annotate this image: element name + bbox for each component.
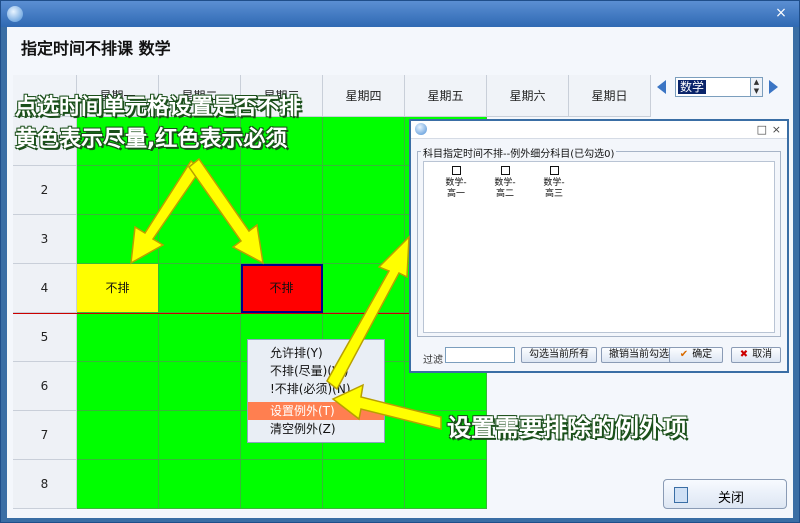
time-cell[interactable] [323, 460, 405, 509]
row-header[interactable]: 6 [13, 362, 77, 411]
row-header[interactable]: 2 [13, 166, 77, 215]
time-cell[interactable] [159, 264, 241, 313]
prev-subject-button[interactable] [657, 79, 671, 95]
context-menu: 允许排(Y) 不排(尽量)(W) !不排(必须)(N) 设置例外(T) 清空例外… [247, 339, 385, 443]
menu-item-prefer-not[interactable]: 不排(尽量)(W) [248, 362, 384, 380]
subject-select-value: 数学 [678, 80, 707, 94]
annotation-line-1: 点选时间单元格设置是否不排 [15, 95, 302, 120]
time-cell[interactable]: 不排 [77, 264, 159, 313]
time-cell[interactable] [405, 460, 487, 509]
subject-item[interactable]: 数学- 高二 [487, 166, 523, 200]
checkmark-icon: ✔ [679, 349, 689, 360]
row-header[interactable]: 3 [13, 215, 77, 264]
ok-button[interactable]: ✔ 确定 [669, 347, 723, 363]
selected-row-line [13, 313, 417, 314]
row-header[interactable]: 4 [13, 264, 77, 313]
column-header[interactable]: 星期日 [569, 75, 651, 117]
checkbox-icon[interactable] [549, 166, 559, 175]
ok-label: 确定 [692, 349, 713, 360]
time-cell[interactable] [77, 460, 159, 509]
arrow-right-icon [769, 80, 778, 94]
column-header[interactable]: 星期五 [405, 75, 487, 117]
time-cell[interactable] [241, 460, 323, 509]
time-cell[interactable] [241, 166, 323, 215]
window-close-button[interactable]: × [771, 4, 791, 22]
time-cell[interactable] [159, 411, 241, 460]
checkbox-icon[interactable] [451, 166, 461, 175]
page-title: 指定时间不排课 数学 [21, 39, 171, 58]
subject-list: 数学- 高一 数学- 高二 数学- 高三 [423, 161, 775, 333]
close-button[interactable]: 关闭 [663, 479, 787, 509]
time-cell[interactable] [241, 215, 323, 264]
menu-item-allow[interactable]: 允许排(Y) [248, 344, 384, 362]
unselect-all-button[interactable]: 撤销当前勾选 [601, 347, 677, 363]
annotation-line-2: 黄色表示尽量,红色表示必须 [15, 127, 288, 152]
subject-grade: 高二 [495, 189, 514, 199]
main-window: × 指定时间不排课 数学 星期一 星期二 星期三 星期四 星期五 星期六 星期日 1 2 3 4 不排… [0, 0, 800, 523]
app-icon [7, 6, 23, 22]
exception-dialog: □ × 科目指定时间不排--例外细分科目(已勾选0) 数学- 高一 数学- 高二… [409, 119, 789, 373]
title-bar: × [1, 1, 799, 27]
time-cell[interactable] [323, 117, 405, 166]
cross-icon: ✖ [739, 349, 749, 360]
menu-item-must-not[interactable]: !不排(必须)(N) [248, 380, 384, 398]
time-cell[interactable] [323, 166, 405, 215]
time-cell[interactable] [77, 362, 159, 411]
time-cell[interactable] [77, 411, 159, 460]
time-cell[interactable]: 不排 [241, 264, 323, 313]
arrow-left-icon [657, 80, 666, 94]
select-all-button[interactable]: 勾选当前所有 [521, 347, 597, 363]
time-cell[interactable] [159, 362, 241, 411]
subject-item[interactable]: 数学- 高三 [536, 166, 572, 200]
close-button-label: 关闭 [718, 491, 745, 506]
subject-name: 数学- [543, 178, 565, 188]
subject-name: 数学- [445, 178, 467, 188]
time-cell[interactable] [77, 215, 159, 264]
subject-grade: 高三 [544, 189, 563, 199]
menu-item-clear-exception[interactable]: 清空例外(Z) [248, 420, 384, 438]
row-header[interactable]: 7 [13, 411, 77, 460]
time-cell[interactable] [323, 264, 405, 313]
dialog-minimize-button[interactable]: □ [757, 121, 767, 139]
time-cell[interactable] [159, 313, 241, 362]
group-title: 科目指定时间不排--例外细分科目(已勾选0) [421, 145, 617, 160]
spin-arrows-icon[interactable]: ▲ ▼ [750, 78, 762, 96]
time-cell[interactable] [159, 215, 241, 264]
exit-door-icon [674, 487, 688, 503]
time-cell[interactable] [77, 166, 159, 215]
column-header[interactable]: 星期四 [323, 75, 405, 117]
time-cell[interactable] [77, 313, 159, 362]
subject-grade: 高一 [446, 189, 465, 199]
subject-item[interactable]: 数学- 高一 [438, 166, 474, 200]
cancel-button[interactable]: ✖ 取消 [731, 347, 781, 363]
filter-input[interactable] [445, 347, 515, 363]
row-header[interactable]: 8 [13, 460, 77, 509]
row-header[interactable]: 5 [13, 313, 77, 362]
cancel-label: 取消 [752, 349, 773, 360]
next-subject-button[interactable] [769, 79, 783, 95]
time-cell[interactable] [159, 166, 241, 215]
column-header[interactable]: 星期六 [487, 75, 569, 117]
checkbox-icon[interactable] [500, 166, 510, 175]
time-cell[interactable] [159, 460, 241, 509]
menu-item-set-exception[interactable]: 设置例外(T) [248, 402, 384, 420]
time-cell[interactable] [323, 215, 405, 264]
dialog-app-icon [415, 123, 427, 135]
dialog-title-bar: □ × [411, 121, 787, 139]
subject-select[interactable]: 数学 ▲ ▼ [675, 77, 763, 97]
dialog-close-button[interactable]: × [772, 121, 781, 139]
subject-name: 数学- [494, 178, 516, 188]
annotation-bottom: 设置需要排除的例外项 [447, 414, 687, 442]
filter-label: 过滤 [423, 355, 443, 366]
